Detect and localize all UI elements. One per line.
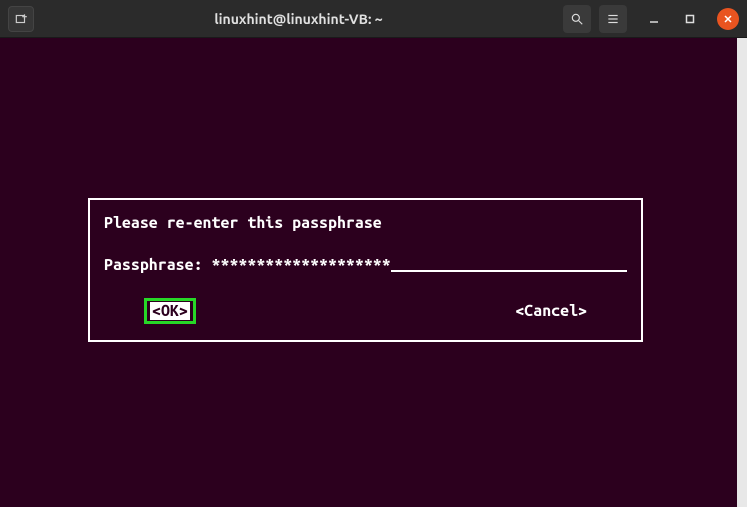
search-button[interactable]: [563, 5, 591, 33]
dialog-buttons: <OK> <Cancel>: [104, 298, 627, 324]
maximize-icon: [685, 14, 695, 24]
dialog-prompt: Please re-enter this passphrase: [104, 214, 627, 232]
passphrase-field[interactable]: Passphrase: ********************: [104, 256, 627, 274]
scrollbar[interactable]: [737, 38, 747, 507]
terminal-body[interactable]: Please re-enter this passphrase Passphra…: [0, 38, 747, 507]
close-button[interactable]: [717, 8, 739, 30]
menu-button[interactable]: [599, 5, 627, 33]
minimize-button[interactable]: [645, 10, 663, 28]
new-tab-icon: [14, 12, 28, 26]
search-icon: [570, 12, 584, 26]
minimize-icon: [649, 14, 659, 24]
cancel-button[interactable]: <Cancel>: [515, 302, 587, 320]
window-title: linuxhint@linuxhint-VB: ~: [34, 11, 563, 27]
ok-highlight: <OK>: [144, 298, 196, 324]
titlebar-right: [563, 5, 739, 33]
passphrase-value: ********************: [212, 256, 391, 274]
passphrase-underline: [391, 256, 627, 272]
passphrase-dialog: Please re-enter this passphrase Passphra…: [88, 198, 643, 342]
close-icon: [723, 14, 733, 24]
ok-button[interactable]: <OK>: [150, 302, 190, 320]
passphrase-label: Passphrase:: [104, 256, 212, 274]
hamburger-icon: [606, 12, 620, 26]
titlebar-left: [8, 6, 34, 32]
new-tab-button[interactable]: [8, 6, 34, 32]
titlebar: linuxhint@linuxhint-VB: ~: [0, 0, 747, 38]
window-controls: [645, 8, 739, 30]
maximize-button[interactable]: [681, 10, 699, 28]
